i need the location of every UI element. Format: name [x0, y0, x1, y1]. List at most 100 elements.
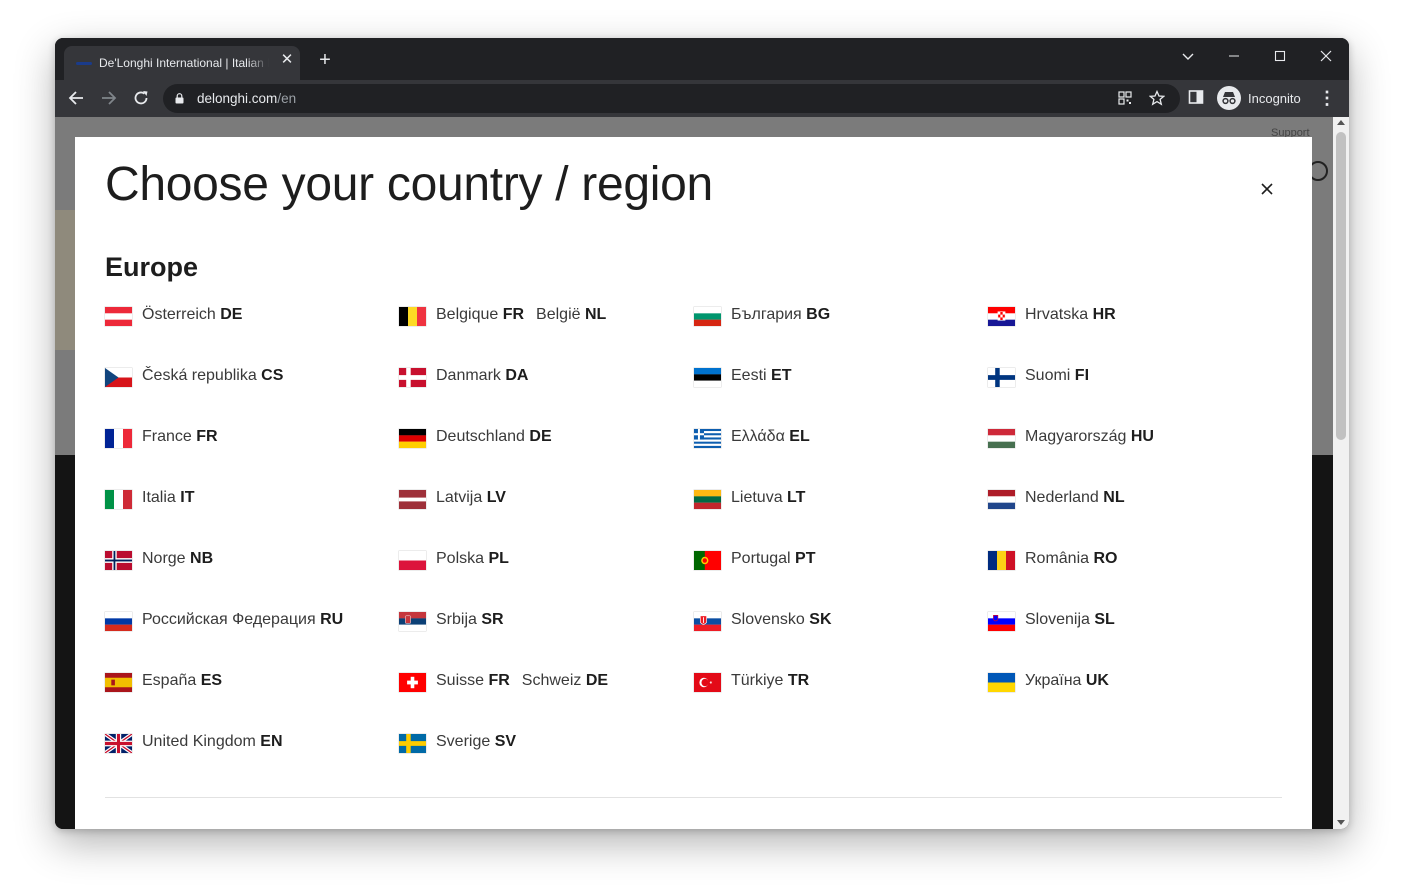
- country-link-lt-lt[interactable]: Lietuva LT: [731, 489, 805, 506]
- scrollbar[interactable]: [1333, 117, 1349, 829]
- scrollbar-thumb[interactable]: [1336, 132, 1346, 440]
- flag-ru-icon: [105, 612, 132, 631]
- bookmark-star-icon[interactable]: [1148, 89, 1166, 107]
- tab-close-icon[interactable]: ✕: [279, 52, 295, 68]
- tab-search-icon[interactable]: [1165, 42, 1211, 70]
- close-icon[interactable]: [1255, 177, 1279, 201]
- country-link-cz-cs[interactable]: Česká republika CS: [142, 367, 283, 384]
- url-path: /en: [277, 91, 297, 106]
- country-link-ro-ro[interactable]: România RO: [1025, 550, 1117, 567]
- country-link-sk-sk[interactable]: Slovensko SK: [731, 611, 832, 628]
- scroll-up-icon[interactable]: [1337, 120, 1345, 125]
- language-links: Polska PL: [436, 550, 521, 568]
- country-link-lv-lv[interactable]: Latvija LV: [436, 489, 506, 506]
- tab-title: De'Longhi International | Italian H: [99, 56, 269, 70]
- country-link-rs-sr[interactable]: Srbija SR: [436, 611, 504, 628]
- country-link-be-nl[interactable]: België NL: [536, 306, 606, 323]
- flag-se-icon: [399, 734, 426, 753]
- country-link-nl-nl[interactable]: Nederland NL: [1025, 489, 1125, 506]
- language-code: FR: [488, 672, 510, 689]
- side-panel-icon[interactable]: [1188, 89, 1206, 107]
- country-link-es-es[interactable]: España ES: [142, 672, 222, 689]
- country-link-gr-el[interactable]: Ελλάδα EL: [731, 428, 810, 445]
- country-link-dk-da[interactable]: Danmark DA: [436, 367, 528, 384]
- language-links: Україна UK: [1025, 672, 1121, 690]
- language-links: Slovenija SL: [1025, 611, 1127, 629]
- back-icon[interactable]: [64, 86, 88, 110]
- minimize-icon[interactable]: [1211, 42, 1257, 70]
- flag-bg-icon: [694, 307, 721, 326]
- country-link-ee-et[interactable]: Eesti ET: [731, 367, 791, 384]
- language-links: Norge NB: [142, 550, 225, 568]
- country-link-ru-ru[interactable]: Российская Федерация RU: [142, 611, 343, 628]
- country-link-si-sl[interactable]: Slovenija SL: [1025, 611, 1115, 628]
- url-host: delonghi.com: [197, 91, 278, 106]
- flag-hu-icon: [988, 429, 1015, 448]
- country-link-pt-pt[interactable]: Portugal PT: [731, 550, 816, 567]
- flag-rs-icon: [399, 612, 426, 631]
- lock-icon[interactable]: [175, 93, 184, 104]
- language-links: España ES: [142, 672, 234, 690]
- tab-strip: De'Longhi International | Italian H ✕ +: [55, 38, 1349, 80]
- incognito-icon: [1217, 86, 1241, 110]
- country-link-ua-uk[interactable]: Україна UK: [1025, 672, 1109, 689]
- country-name: Norge: [142, 550, 191, 567]
- language-code: DA: [505, 367, 529, 384]
- country-link-se-sv[interactable]: Sverige SV: [436, 733, 516, 750]
- maximize-icon[interactable]: [1257, 42, 1303, 70]
- country-link-be-fr[interactable]: Belgique FR: [436, 306, 524, 323]
- flag-nl-icon: [988, 490, 1015, 509]
- flag-it-icon: [105, 490, 132, 509]
- country-link-pl-pl[interactable]: Polska PL: [436, 550, 509, 567]
- country-link-hr-hr[interactable]: Hrvatska HR: [1025, 306, 1116, 323]
- country-link-no-nb[interactable]: Norge NB: [142, 550, 213, 567]
- address-bar[interactable]: delonghi.com/en: [163, 84, 1180, 113]
- language-code: UK: [1085, 672, 1109, 689]
- country-link-ch-de[interactable]: Schweiz DE: [522, 672, 608, 689]
- country-name: Magyarország: [1025, 428, 1131, 445]
- country-link-ch-fr[interactable]: Suisse FR: [436, 672, 510, 689]
- language-links: Hrvatska HR: [1025, 306, 1128, 324]
- qr-code-icon[interactable]: [1116, 89, 1134, 107]
- country-link-gb-en[interactable]: United Kingdom EN: [142, 733, 283, 750]
- reload-icon[interactable]: [129, 86, 153, 110]
- language-links: Eesti ET: [731, 367, 803, 385]
- country-link-it-it[interactable]: Italia IT: [142, 489, 194, 506]
- divider: [105, 797, 1282, 798]
- language-links: France FR: [142, 428, 230, 446]
- country-link-bg-bg[interactable]: България BG: [731, 306, 830, 323]
- language-code: NL: [584, 306, 607, 323]
- country-name: Srbija: [436, 611, 482, 628]
- language-links: Suisse FR Schweiz DE: [436, 672, 620, 690]
- country-link-hu-hu[interactable]: Magyarország HU: [1025, 428, 1154, 445]
- close-icon[interactable]: [1303, 42, 1349, 70]
- country-name: Suisse: [436, 672, 489, 689]
- country-link-fr-fr[interactable]: France FR: [142, 428, 218, 445]
- scroll-down-icon[interactable]: [1337, 820, 1345, 825]
- language-code: LV: [486, 489, 506, 506]
- country-link-de-de[interactable]: Deutschland DE: [436, 428, 552, 445]
- flag-sk-icon: [694, 612, 721, 631]
- forward-icon[interactable]: [97, 86, 121, 110]
- kebab-menu-icon[interactable]: ⋮: [1317, 88, 1337, 108]
- language-links: Magyarország HU: [1025, 428, 1166, 446]
- country-link-tr-tr[interactable]: Türkiye TR: [731, 672, 809, 689]
- flag-dk-icon: [399, 368, 426, 387]
- country-link-at-de[interactable]: Österreich DE: [142, 306, 242, 323]
- country-name: Slovenija: [1025, 611, 1095, 628]
- language-links: България BG: [731, 306, 842, 324]
- language-code: LT: [787, 489, 806, 506]
- new-tab-icon[interactable]: +: [315, 50, 335, 70]
- language-code: CS: [261, 367, 284, 384]
- country-name: Slovensko: [731, 611, 810, 628]
- background-image: [55, 210, 75, 350]
- language-links: Nederland NL: [1025, 489, 1137, 507]
- modal-title: Choose your country / region: [105, 158, 713, 211]
- country-name: Deutschland: [436, 428, 530, 445]
- browser-tab[interactable]: De'Longhi International | Italian H ✕: [64, 46, 300, 80]
- language-links: România RO: [1025, 550, 1129, 568]
- language-code: FR: [502, 306, 525, 323]
- language-links: Ελλάδα EL: [731, 428, 822, 446]
- country-link-fi-fi[interactable]: Suomi FI: [1025, 367, 1089, 384]
- language-code: HR: [1092, 306, 1116, 323]
